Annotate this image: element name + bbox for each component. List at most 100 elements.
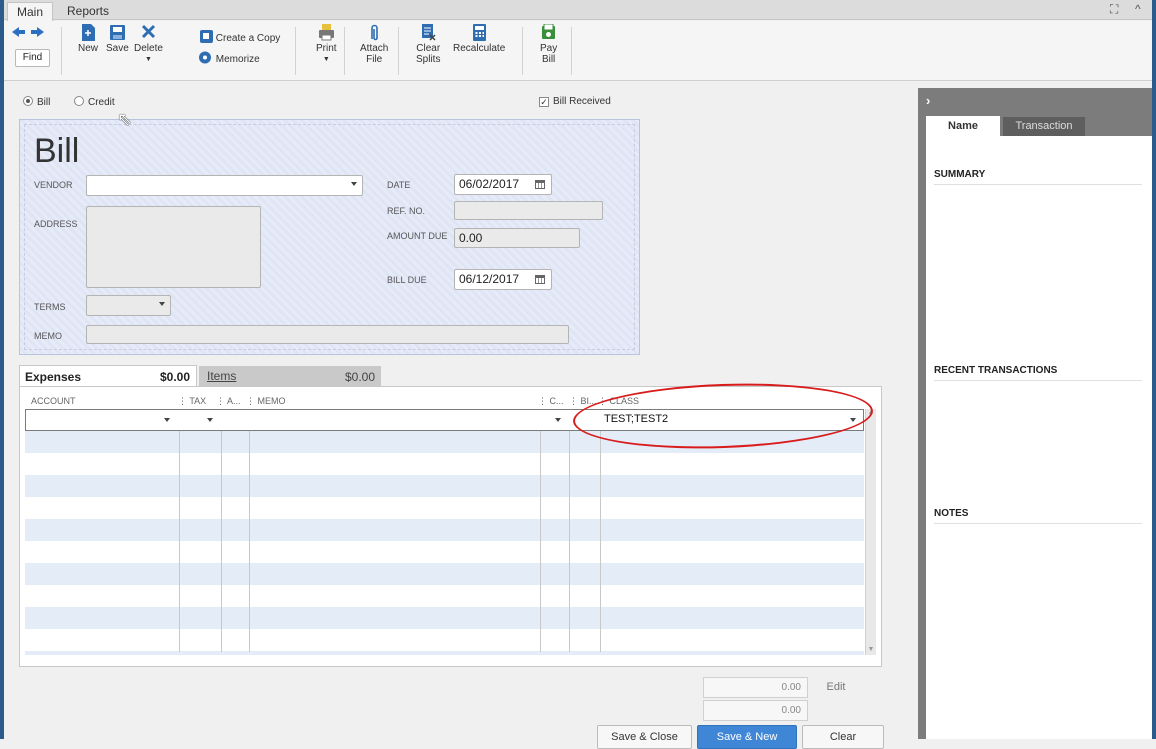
edit-button[interactable]: Edit	[814, 676, 858, 700]
create-copy-button[interactable]: Create a Copy	[200, 30, 280, 44]
account-dropdown-icon[interactable]	[164, 418, 170, 422]
memorize-button[interactable]: Memorize	[197, 51, 260, 65]
find-button[interactable]: Find	[15, 49, 50, 67]
calendar-icon[interactable]	[535, 180, 545, 189]
summary-heading: SUMMARY	[934, 169, 1142, 185]
bill-received-checkbox[interactable]: ✓ Bill Received	[539, 96, 611, 107]
prev-record-icon[interactable]	[12, 27, 26, 40]
memo-label: MEMO	[34, 331, 62, 341]
column-divider	[221, 409, 222, 652]
table-row[interactable]	[25, 475, 864, 497]
terms-label: TERMS	[34, 302, 66, 312]
new-button[interactable]: New	[78, 24, 98, 54]
table-row[interactable]	[25, 497, 864, 519]
address-label: ADDRESS	[34, 219, 78, 229]
collapse-icon[interactable]: ^	[1135, 2, 1141, 16]
save-new-button[interactable]: Save & New	[697, 725, 797, 749]
memo-field[interactable]	[86, 325, 569, 344]
table-row[interactable]	[25, 453, 864, 475]
next-record-icon[interactable]	[31, 27, 45, 40]
table-row[interactable]	[25, 629, 864, 651]
tab-name[interactable]: Name	[926, 116, 1000, 137]
calculator-icon	[472, 24, 486, 41]
table-row[interactable]	[25, 541, 864, 563]
tab-expenses[interactable]: Expenses $0.00	[19, 365, 197, 387]
column-divider	[179, 409, 180, 652]
bill-form: Bill VENDOR ADDRESS TERMS MEMO DATE 06/0…	[19, 119, 640, 355]
ref-no-field[interactable]	[454, 201, 603, 220]
attach-file-button[interactable]: Attach File	[360, 24, 388, 65]
tax-dropdown-icon[interactable]	[207, 418, 213, 422]
toolbar-separator	[571, 27, 572, 75]
ribbon-tab-bar: Main Reports ⛶ ^	[4, 0, 1152, 21]
ref-no-label: REF. NO.	[387, 206, 426, 216]
column-divider	[600, 409, 601, 652]
expand-icon[interactable]: ⛶	[1110, 2, 1118, 17]
vendor-field[interactable]	[86, 175, 363, 196]
delete-button[interactable]: Delete ▼	[134, 24, 163, 65]
chevron-down-icon: ▼	[144, 56, 152, 63]
bill-radio-label: Bill	[37, 97, 51, 108]
credit-radio[interactable]: Credit	[74, 96, 115, 108]
grid-scrollbar[interactable]: ▲ ▼	[865, 409, 876, 655]
column-header-account[interactable]: ACCOUNT	[31, 396, 76, 406]
table-row[interactable]	[25, 585, 864, 607]
window-right-edge	[1152, 0, 1156, 739]
tab-transaction[interactable]: Transaction	[1003, 117, 1085, 136]
address-field[interactable]	[86, 206, 261, 288]
table-row[interactable]	[25, 519, 864, 541]
bill-received-label: Bill Received	[553, 96, 611, 107]
bill-due-field[interactable]: 06/12/2017	[454, 269, 552, 290]
recalculate-button[interactable]: Recalculate	[453, 24, 505, 54]
column-header-memo[interactable]: ⋮ MEMO	[246, 396, 286, 407]
bill-radio[interactable]: Bill	[23, 96, 50, 108]
chevron-right-icon[interactable]: ›	[926, 93, 930, 108]
pay-label-1: Pay	[540, 43, 558, 54]
pay-label-2: Bill	[541, 54, 556, 65]
scroll-down-icon[interactable]: ▼	[866, 646, 876, 653]
tab-items[interactable]: Items $0.00	[199, 366, 381, 386]
print-button[interactable]: Print ▼	[316, 24, 337, 65]
customer-dropdown-icon[interactable]	[555, 418, 561, 422]
table-row[interactable]	[25, 607, 864, 629]
save-icon	[109, 25, 125, 40]
pay-bill-button[interactable]: Pay Bill	[540, 24, 557, 65]
table-row[interactable]	[25, 563, 864, 585]
create-copy-label: Create a Copy	[215, 33, 281, 44]
print-icon	[318, 24, 334, 41]
grid-tabs: Expenses $0.00 Items $0.00	[19, 365, 381, 387]
date-field[interactable]: 06/02/2017	[454, 174, 552, 195]
clear-button[interactable]: Clear	[802, 725, 884, 749]
column-header-tax[interactable]: ⋮ TAX	[178, 396, 206, 407]
amount-due-field: 0.00	[454, 228, 580, 248]
panel-body: SUMMARY RECENT TRANSACTIONS NOTES	[926, 136, 1152, 739]
clear-splits-icon	[421, 24, 436, 41]
terms-field[interactable]	[86, 295, 171, 316]
toolbar: Find New Save Delete ▼ Create a Copy Mem…	[4, 21, 1152, 81]
chevron-down-icon	[159, 302, 165, 306]
clear-splits-button[interactable]: Clear Splits	[416, 24, 440, 65]
save-button[interactable]: Save	[106, 24, 129, 54]
credit-radio-label: Credit	[88, 97, 115, 108]
column-divider	[569, 409, 570, 652]
date-value: 06/02/2017	[459, 177, 520, 191]
recent-transactions-heading: RECENT TRANSACTIONS	[934, 365, 1142, 381]
memorize-icon	[199, 51, 211, 64]
radio-selected-icon	[23, 96, 33, 106]
table-row	[25, 651, 864, 655]
history-panel: › Name Transaction SUMMARY RECENT TRANSA…	[918, 88, 1152, 739]
vendor-label: VENDOR	[34, 180, 73, 190]
column-header-amount[interactable]: ⋮ A...	[216, 396, 241, 407]
clear-label-1: Clear	[416, 43, 441, 54]
amount-header-label: A...	[227, 396, 241, 406]
toolbar-separator	[398, 27, 399, 75]
calendar-icon[interactable]	[535, 275, 545, 284]
tab-reports[interactable]: Reports	[58, 2, 118, 21]
column-header-customer[interactable]: ⋮ C...	[538, 396, 564, 407]
save-close-button[interactable]: Save & Close	[597, 725, 692, 749]
toolbar-separator	[61, 27, 62, 75]
checkmark-icon: ✓	[539, 97, 549, 107]
chevron-down-icon: ▼	[322, 56, 330, 63]
tab-main[interactable]: Main	[7, 2, 54, 21]
print-label: Print	[316, 43, 337, 54]
